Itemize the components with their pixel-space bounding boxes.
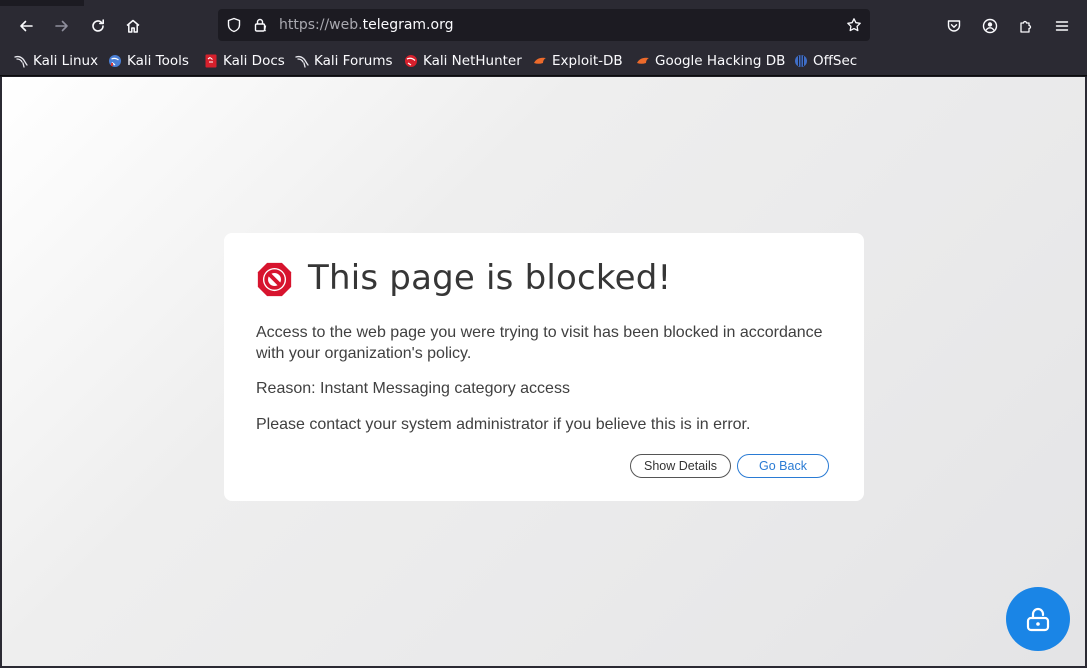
bookmark-label: Google Hacking DB (655, 53, 786, 69)
go-back-button[interactable]: Go Back (737, 454, 829, 478)
exploit-db-icon (637, 57, 649, 64)
pocket-button[interactable] (938, 10, 970, 42)
bookmark-label: Exploit-DB (552, 53, 623, 69)
insecure-lock-icon[interactable] (253, 17, 269, 33)
bookmarks-toolbar: Kali Linux Kali Tools Kali Docs Kali For… (0, 46, 1087, 76)
kali-dragon-icon (14, 55, 28, 68)
tracking-shield-icon[interactable] (226, 17, 242, 33)
url-domain: telegram.org (362, 17, 454, 33)
bookmark-google-hacking-db[interactable]: Google Hacking DB (636, 51, 785, 71)
hamburger-menu-icon (1055, 21, 1069, 31)
url-text: https://web.telegram.org (279, 16, 453, 34)
kali-dragon-icon (295, 55, 309, 68)
nethunter-icon (405, 55, 417, 67)
back-button[interactable] (10, 10, 42, 42)
bookmark-label: OffSec (813, 53, 858, 69)
bookmark-label: Kali Docs (223, 53, 285, 69)
offsec-icon (795, 55, 807, 67)
bookmark-kali-linux[interactable]: Kali Linux (14, 51, 98, 71)
bookmark-kali-tools[interactable]: Kali Tools (108, 51, 189, 71)
exploit-db-icon (534, 57, 546, 64)
home-icon (126, 19, 140, 33)
bookmark-kali-nethunter[interactable]: Kali NetHunter (404, 51, 522, 71)
pocket-icon (947, 20, 961, 32)
bookmark-kali-forums[interactable]: Kali Forums (295, 51, 393, 71)
arrow-left-icon (20, 20, 33, 32)
unlock-fab-button[interactable] (1006, 587, 1070, 651)
kali-tools-icon (109, 55, 121, 67)
blocked-sign-icon (257, 262, 292, 297)
blocked-notice-card: This page is blocked! Access to the web … (224, 233, 864, 501)
url-scheme-subdomain: https://web. (279, 17, 363, 33)
block-message: Access to the web page you were trying t… (256, 324, 823, 362)
puzzle-piece-icon (1020, 20, 1032, 33)
account-button[interactable] (974, 10, 1006, 42)
bookmark-label: Kali Tools (127, 53, 189, 69)
show-details-button[interactable]: Show Details (630, 454, 731, 478)
page-title: This page is blocked! (308, 258, 672, 298)
contact-admin-text: Please contact your system administrator… (256, 416, 751, 433)
forward-button[interactable] (46, 10, 78, 42)
address-bar[interactable]: https://web.telegram.org (218, 9, 870, 41)
bookmark-offsec[interactable]: OffSec (794, 51, 857, 71)
app-menu-button[interactable] (1046, 10, 1078, 42)
arrow-right-icon (55, 20, 68, 32)
bookmark-star-icon[interactable] (846, 17, 862, 33)
bookmark-kali-docs[interactable]: Kali Docs (204, 51, 285, 71)
unlock-icon (1026, 607, 1050, 632)
bookmark-label: Kali NetHunter (423, 53, 522, 69)
bookmark-exploit-db[interactable]: Exploit-DB (533, 51, 623, 71)
navigation-toolbar: https://web.telegram.org (0, 6, 1087, 46)
extensions-button[interactable] (1010, 10, 1042, 42)
page-content: This page is blocked! Access to the web … (2, 77, 1085, 666)
home-button[interactable] (117, 10, 149, 42)
reload-button[interactable] (82, 10, 114, 42)
account-icon (982, 18, 998, 34)
bookmark-label: Kali Forums (314, 53, 393, 69)
block-reason: Reason: Instant Messaging category acces… (256, 380, 570, 397)
reload-icon (92, 19, 104, 32)
bookmark-label: Kali Linux (33, 53, 99, 69)
kali-docs-icon (205, 54, 217, 68)
